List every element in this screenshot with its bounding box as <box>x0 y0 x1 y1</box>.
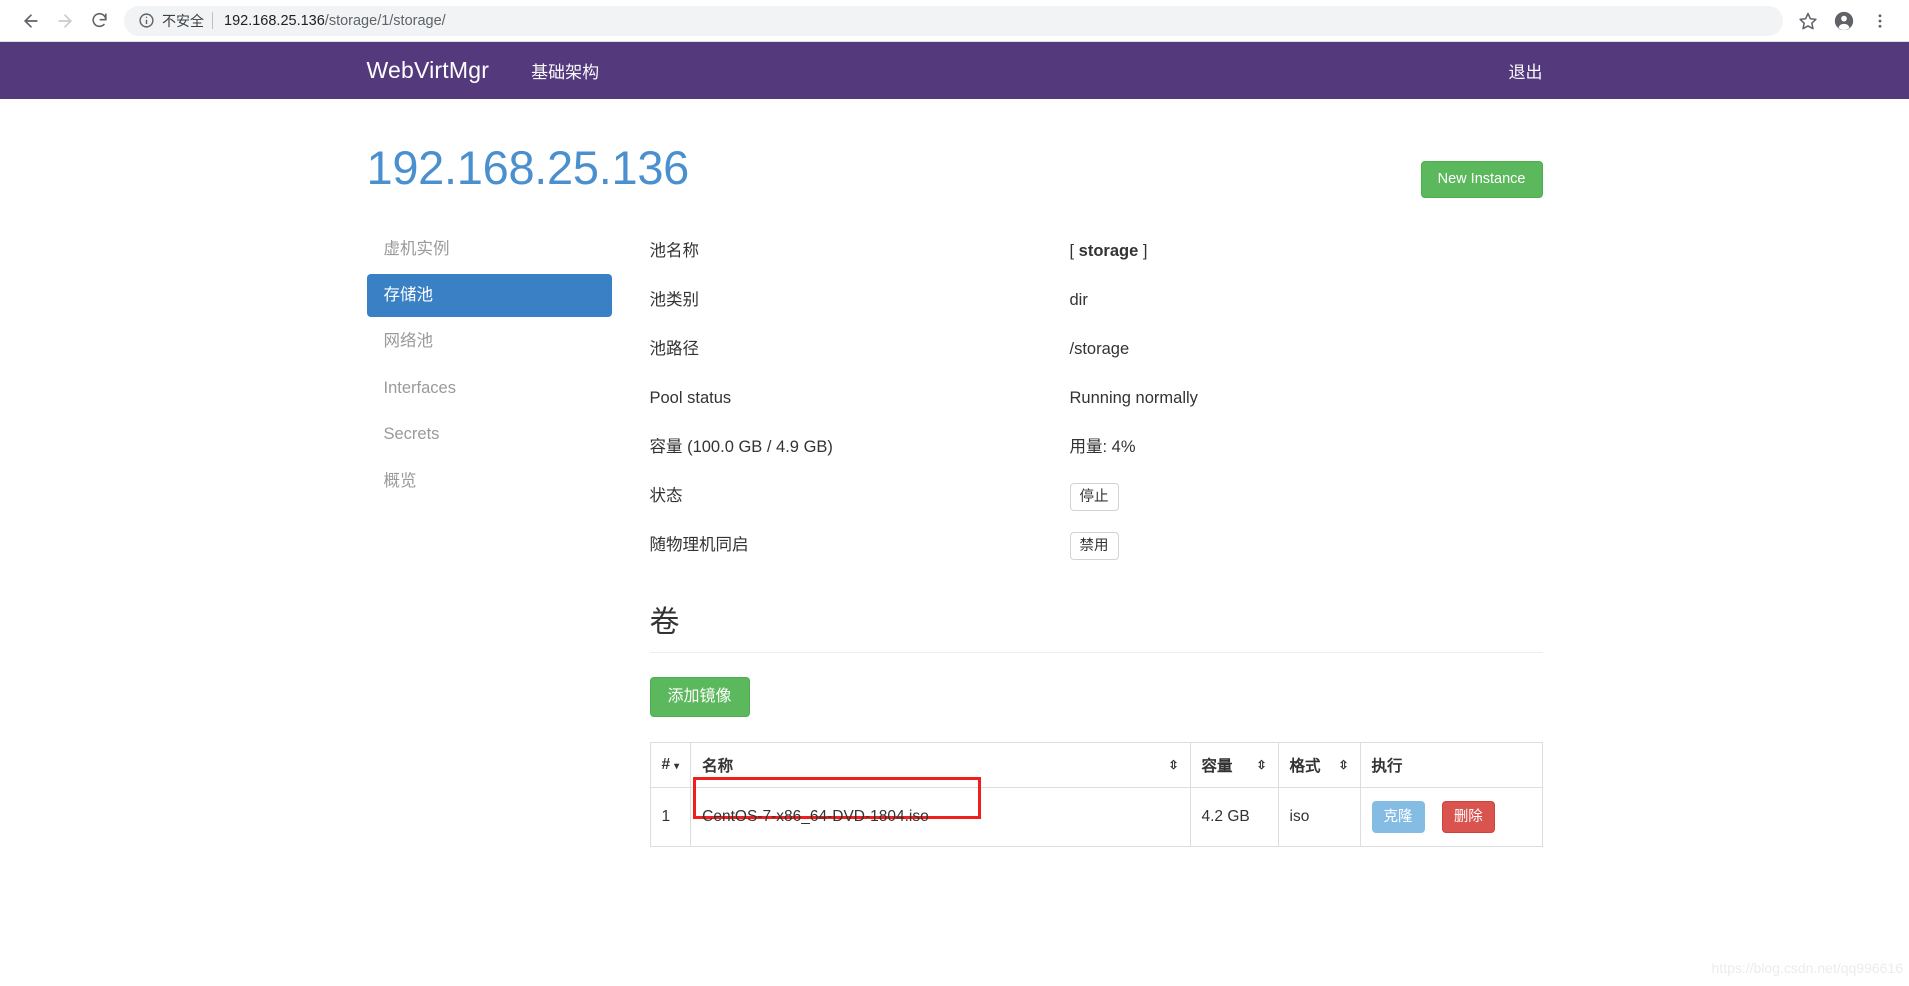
cell-actions: 克隆 删除 <box>1359 786 1543 847</box>
detail-label: 池名称 <box>649 242 700 261</box>
detail-row-state: 状态 停止 <box>650 473 1543 522</box>
column-header-capacity[interactable]: 容量 ⇳ <box>1189 741 1279 788</box>
detail-row-pool-name: 池名称 [ storage ] <box>650 228 1543 277</box>
sidebar-item-secrets[interactable]: Secrets <box>367 413 612 456</box>
detail-value-pool-name: [ storage ] <box>1069 242 1148 261</box>
column-label-format: 格式 <box>1289 757 1321 775</box>
reload-button[interactable] <box>82 4 116 38</box>
detail-value-pool-status: Running normally <box>1069 389 1198 408</box>
page-body: 192.168.25.136 New Instance 虚机实例 存储池 网络池… <box>0 99 1909 986</box>
content-row: 虚机实例 存储池 网络池 Interfaces Secrets 概览 池名称 [… <box>366 210 1543 848</box>
volumes-table-head: # ▾ 名称 ⇳ 容量 ⇳ 格式 ⇳ 执行 <box>649 741 1543 788</box>
column-header-index[interactable]: # ▾ <box>649 741 692 788</box>
column-label-index: # <box>661 755 671 773</box>
url-path: /storage/1/storage/ <box>324 12 446 29</box>
caret-down-icon: ▾ <box>674 760 680 772</box>
back-arrow-icon <box>24 13 38 28</box>
detail-label: 随物理机同启 <box>649 536 749 555</box>
add-image-wrap: 添加镜像 <box>649 676 1543 717</box>
volumes-table-body: 1 CentOS-7-x86_64-DVD-1804.iso 4.2 GB is… <box>649 776 1543 847</box>
disable-autostart-button[interactable]: 禁用 <box>1069 531 1119 561</box>
sort-updown-icon: ⇳ <box>1256 757 1267 772</box>
column-header-format[interactable]: 格式 ⇳ <box>1277 741 1361 788</box>
detail-row-autostart: 随物理机同启 禁用 <box>650 522 1543 571</box>
detail-value-usage: 用量: 4% <box>1069 438 1136 457</box>
new-instance-button[interactable]: New Instance <box>1420 161 1543 198</box>
browser-toolbar: 不安全 192.168.25.136/storage/1/storage/ <box>0 0 1909 42</box>
account-avatar-icon[interactable] <box>1829 6 1859 36</box>
volumes-section-header: 卷 <box>649 605 1543 653</box>
sidebar-item-instances[interactable]: 虚机实例 <box>367 228 612 271</box>
info-circle-icon[interactable] <box>138 12 155 29</box>
sidebar-item-network[interactable]: 网络池 <box>367 320 612 363</box>
add-image-button[interactable]: 添加镜像 <box>649 676 750 717</box>
detail-value-pool-path: /storage <box>1069 340 1130 359</box>
reload-icon <box>91 12 107 28</box>
nav-item-infrastructure[interactable]: 基础架构 <box>531 58 599 83</box>
back-button[interactable] <box>14 4 48 38</box>
detail-row-pool-type: 池类别 dir <box>650 277 1543 326</box>
sort-updown-icon: ⇳ <box>1168 757 1179 772</box>
cell-index: 1 <box>649 786 692 847</box>
three-dot-menu-icon[interactable] <box>1865 6 1895 36</box>
page-container: 192.168.25.136 New Instance 虚机实例 存储池 网络池… <box>349 99 1561 847</box>
page-title: 192.168.25.136 <box>366 141 690 194</box>
column-label-capacity: 容量 <box>1201 757 1233 775</box>
browser-actions <box>1793 6 1895 36</box>
sidebar-item-storage[interactable]: 存储池 <box>366 273 612 318</box>
address-bar[interactable]: 不安全 192.168.25.136/storage/1/storage/ <box>124 5 1783 36</box>
brand-logo[interactable]: WebVirtMgr <box>367 57 490 84</box>
detail-label: 状态 <box>649 487 683 506</box>
detail-value-pool-type: dir <box>1069 291 1088 310</box>
new-instance-wrap: New Instance <box>1420 143 1543 198</box>
logout-link[interactable]: 退出 <box>1509 63 1543 82</box>
column-header-actions: 执行 <box>1359 741 1543 788</box>
forward-arrow-icon <box>58 13 72 28</box>
delete-volume-button[interactable]: 删除 <box>1441 800 1495 833</box>
omnibox-divider <box>212 12 213 29</box>
volume-name-text: CentOS-7-x86_64-DVD-1804.iso <box>702 807 929 825</box>
column-label-actions: 执行 <box>1371 757 1403 775</box>
pool-name-value: storage <box>1078 242 1139 261</box>
detail-row-pool-path: 池路径 /storage <box>650 326 1543 375</box>
cell-volume-name[interactable]: CentOS-7-x86_64-DVD-1804.iso <box>690 776 1191 847</box>
table-row: 1 CentOS-7-x86_64-DVD-1804.iso 4.2 GB is… <box>649 776 1543 847</box>
forward-button[interactable] <box>48 4 82 38</box>
detail-value-state: 停止 <box>1069 482 1543 512</box>
column-label-name: 名称 <box>702 757 734 775</box>
column-header-name[interactable]: 名称 ⇳ <box>690 741 1191 788</box>
stop-pool-button[interactable]: 停止 <box>1069 482 1119 512</box>
detail-row-pool-status: Pool status Running normally <box>650 375 1543 424</box>
watermark-text: https://blog.csdn.net/qq996616 <box>1711 960 1903 976</box>
sidebar-nav: 虚机实例 存储池 网络池 Interfaces Secrets 概览 <box>366 228 630 848</box>
detail-label: 容量 (100.0 GB / 4.9 GB) <box>649 438 833 457</box>
volumes-title: 卷 <box>649 605 680 639</box>
detail-label: 池路径 <box>649 340 700 359</box>
detail-label: 池类别 <box>649 291 700 310</box>
sidebar-item-interfaces[interactable]: Interfaces <box>367 367 612 410</box>
main-content: 池名称 [ storage ] 池类别 dir 池路径 /storage Poo… <box>630 228 1543 847</box>
cell-format: iso <box>1277 786 1361 847</box>
detail-label: Pool status <box>649 389 732 408</box>
sort-updown-icon: ⇳ <box>1338 757 1349 772</box>
cell-capacity: 4.2 GB <box>1189 786 1279 847</box>
volumes-table: # ▾ 名称 ⇳ 容量 ⇳ 格式 ⇳ 执行 1 CentOS-7-x86_64-… <box>649 741 1543 847</box>
insecure-label: 不安全 <box>162 12 204 29</box>
app-navbar: WebVirtMgr 基础架构 退出 <box>0 42 1909 99</box>
sidebar-item-overview[interactable]: 概览 <box>367 460 612 503</box>
detail-row-capacity: 容量 (100.0 GB / 4.9 GB) 用量: 4% <box>650 424 1543 473</box>
table-header-row: # ▾ 名称 ⇳ 容量 ⇳ 格式 ⇳ 执行 <box>649 741 1543 788</box>
url-host: 192.168.25.136 <box>224 12 325 29</box>
page-header: 192.168.25.136 New Instance <box>367 99 1543 210</box>
detail-value-autostart: 禁用 <box>1069 531 1543 561</box>
star-icon[interactable] <box>1793 6 1823 36</box>
navbar-right: 退出 <box>1509 58 1543 83</box>
url-text: 192.168.25.136/storage/1/storage/ <box>224 13 446 29</box>
clone-volume-button[interactable]: 克隆 <box>1371 800 1425 833</box>
